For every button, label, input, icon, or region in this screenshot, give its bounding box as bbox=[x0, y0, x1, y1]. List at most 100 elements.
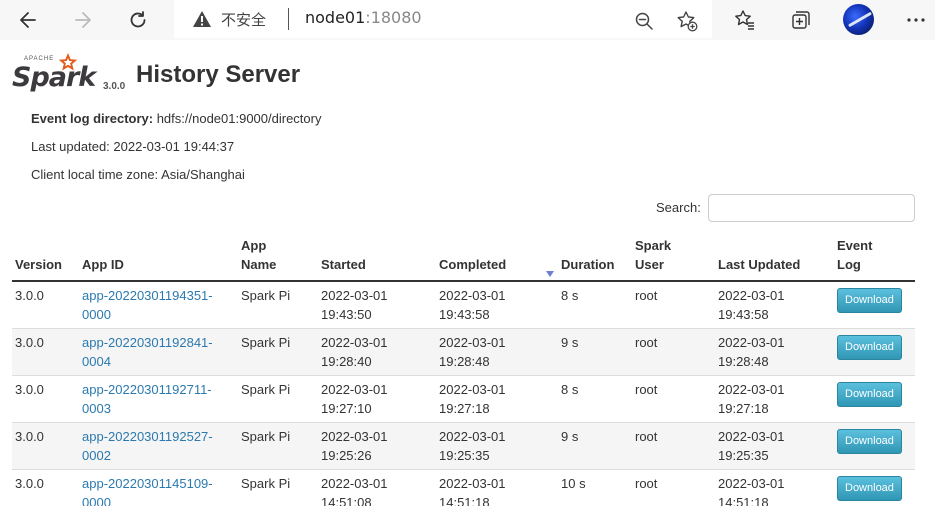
refresh-icon[interactable] bbox=[122, 4, 154, 36]
cell-version: 3.0.0 bbox=[12, 280, 79, 329]
cell-duration: 8 s bbox=[558, 280, 632, 329]
spark-logo[interactable]: APACHE Spark bbox=[12, 52, 102, 96]
address-separator bbox=[288, 8, 289, 30]
header-app-id[interactable]: App ID bbox=[79, 232, 238, 282]
cell-completed: 2022-03-01 14:51:18 bbox=[436, 469, 558, 506]
download-button[interactable]: Download bbox=[837, 476, 902, 501]
spark-star-icon bbox=[58, 53, 78, 71]
download-button[interactable]: Download bbox=[837, 288, 902, 313]
url-port: :18080 bbox=[365, 8, 422, 27]
spark-version: 3.0.0 bbox=[103, 81, 126, 92]
search-input[interactable] bbox=[708, 194, 915, 222]
cell-app-id: app-20220301192527- 0002 bbox=[79, 422, 238, 470]
app-id-link[interactable]: app-20220301145109- 0000 bbox=[82, 476, 213, 506]
page-title: History Server bbox=[136, 61, 301, 88]
cell-app-name: Spark Pi bbox=[238, 422, 318, 470]
favorites-list-icon[interactable] bbox=[729, 4, 761, 36]
app-id-link[interactable]: app-20220301192711- 0003 bbox=[82, 382, 212, 416]
header-last-updated[interactable]: Last Updated bbox=[715, 232, 834, 282]
cell-app-name: Spark Pi bbox=[238, 328, 318, 376]
cell-started: 2022-03-01 19:25:26 bbox=[318, 422, 436, 470]
cell-version: 3.0.0 bbox=[12, 375, 79, 423]
timezone-text: Client local time zone: Asia/Shanghai bbox=[31, 167, 245, 182]
app-id-link[interactable]: app-20220301192527- 0002 bbox=[82, 429, 213, 463]
header-duration[interactable]: Duration bbox=[558, 232, 632, 282]
security-status-label[interactable]: 不安全 bbox=[221, 9, 266, 30]
applications-table: Version App ID App Name Started Completed… bbox=[12, 232, 915, 506]
cell-last-updated: 2022-03-01 14:51:18 bbox=[715, 469, 834, 506]
cell-last-updated: 2022-03-01 19:28:48 bbox=[715, 328, 834, 376]
cell-version: 3.0.0 bbox=[12, 328, 79, 376]
forward-arrow-icon[interactable] bbox=[67, 4, 99, 36]
header-app-name[interactable]: App Name bbox=[238, 232, 318, 282]
cell-started: 2022-03-01 19:28:40 bbox=[318, 328, 436, 376]
cell-duration: 9 s bbox=[558, 328, 632, 376]
cell-event-log: Download bbox=[834, 328, 915, 376]
table-header-row: Version App ID App Name Started Completed… bbox=[12, 232, 915, 282]
url-text[interactable]: node01:18080 bbox=[305, 8, 422, 27]
cell-last-updated: 2022-03-01 19:27:18 bbox=[715, 375, 834, 423]
app-id-link[interactable]: app-20220301192841- 0004 bbox=[82, 335, 213, 369]
browser-toolbar: 不安全 node01:18080 bbox=[0, 0, 935, 40]
last-updated-text: Last updated: 2022-03-01 19:44:37 bbox=[31, 139, 235, 154]
header-version[interactable]: Version bbox=[12, 232, 79, 282]
url-host: node01 bbox=[305, 8, 366, 27]
cell-event-log: Download bbox=[834, 422, 915, 470]
cell-app-id: app-20220301192841- 0004 bbox=[79, 328, 238, 376]
cell-user: root bbox=[632, 422, 715, 470]
cell-user: root bbox=[632, 375, 715, 423]
sort-desc-icon bbox=[546, 271, 554, 277]
profile-avatar[interactable] bbox=[843, 4, 874, 35]
cell-user: root bbox=[632, 280, 715, 329]
collections-icon[interactable] bbox=[785, 4, 817, 36]
cell-completed: 2022-03-01 19:27:18 bbox=[436, 375, 558, 423]
cell-app-id: app-20220301145109- 0000 bbox=[79, 469, 238, 506]
zoom-out-icon[interactable] bbox=[628, 5, 660, 37]
address-bar[interactable]: 不安全 node01:18080 bbox=[174, 0, 712, 38]
table-row: 3.0.0 app-20220301192841- 0004 Spark Pi 2… bbox=[12, 328, 915, 376]
cell-event-log: Download bbox=[834, 469, 915, 506]
cell-started: 2022-03-01 14:51:08 bbox=[318, 469, 436, 506]
cell-event-log: Download bbox=[834, 280, 915, 329]
cell-version: 3.0.0 bbox=[12, 422, 79, 470]
cell-app-name: Spark Pi bbox=[238, 469, 318, 506]
header-event-log[interactable]: Event Log bbox=[834, 232, 915, 282]
table-row: 3.0.0 app-20220301145109- 0000 Spark Pi 2… bbox=[12, 469, 915, 506]
header-started[interactable]: Started bbox=[318, 232, 436, 282]
table-row: 3.0.0 app-20220301192711- 0003 Spark Pi 2… bbox=[12, 375, 915, 423]
cell-app-id: app-20220301192711- 0003 bbox=[79, 375, 238, 423]
cell-version: 3.0.0 bbox=[12, 469, 79, 506]
cell-last-updated: 2022-03-01 19:25:35 bbox=[715, 422, 834, 470]
cell-completed: 2022-03-01 19:25:35 bbox=[436, 422, 558, 470]
cell-user: root bbox=[632, 469, 715, 506]
cell-last-updated: 2022-03-01 19:43:58 bbox=[715, 280, 834, 329]
cell-started: 2022-03-01 19:43:50 bbox=[318, 280, 436, 329]
event-log-value: hdfs://node01:9000/directory bbox=[156, 111, 322, 126]
cell-app-name: Spark Pi bbox=[238, 375, 318, 423]
download-button[interactable]: Download bbox=[837, 382, 902, 407]
warning-icon[interactable] bbox=[192, 9, 212, 29]
header-spark-user[interactable]: Spark User bbox=[632, 232, 715, 282]
event-log-directory: Event log directory: hdfs://node01:9000/… bbox=[31, 111, 321, 126]
cell-duration: 9 s bbox=[558, 422, 632, 470]
cell-duration: 10 s bbox=[558, 469, 632, 506]
download-button[interactable]: Download bbox=[837, 429, 902, 454]
add-favorite-icon[interactable] bbox=[671, 5, 703, 37]
download-button[interactable]: Download bbox=[837, 335, 902, 360]
cell-app-name: Spark Pi bbox=[238, 280, 318, 329]
table-row: 3.0.0 app-20220301194351- 0000 Spark Pi 2… bbox=[12, 280, 915, 329]
cell-app-id: app-20220301194351- 0000 bbox=[79, 280, 238, 329]
table-row: 3.0.0 app-20220301192527- 0002 Spark Pi 2… bbox=[12, 422, 915, 470]
more-menu-icon[interactable] bbox=[900, 4, 932, 36]
cell-completed: 2022-03-01 19:28:48 bbox=[436, 328, 558, 376]
cell-duration: 8 s bbox=[558, 375, 632, 423]
logo-spark-text: Spark bbox=[12, 62, 96, 93]
cell-event-log: Download bbox=[834, 375, 915, 423]
cell-started: 2022-03-01 19:27:10 bbox=[318, 375, 436, 423]
app-id-link[interactable]: app-20220301194351- 0000 bbox=[82, 288, 213, 322]
header-completed[interactable]: Completed bbox=[436, 232, 558, 282]
cell-user: root bbox=[632, 328, 715, 376]
cell-completed: 2022-03-01 19:43:58 bbox=[436, 280, 558, 329]
back-arrow-icon[interactable] bbox=[12, 4, 44, 36]
search-label: Search: bbox=[656, 200, 701, 215]
